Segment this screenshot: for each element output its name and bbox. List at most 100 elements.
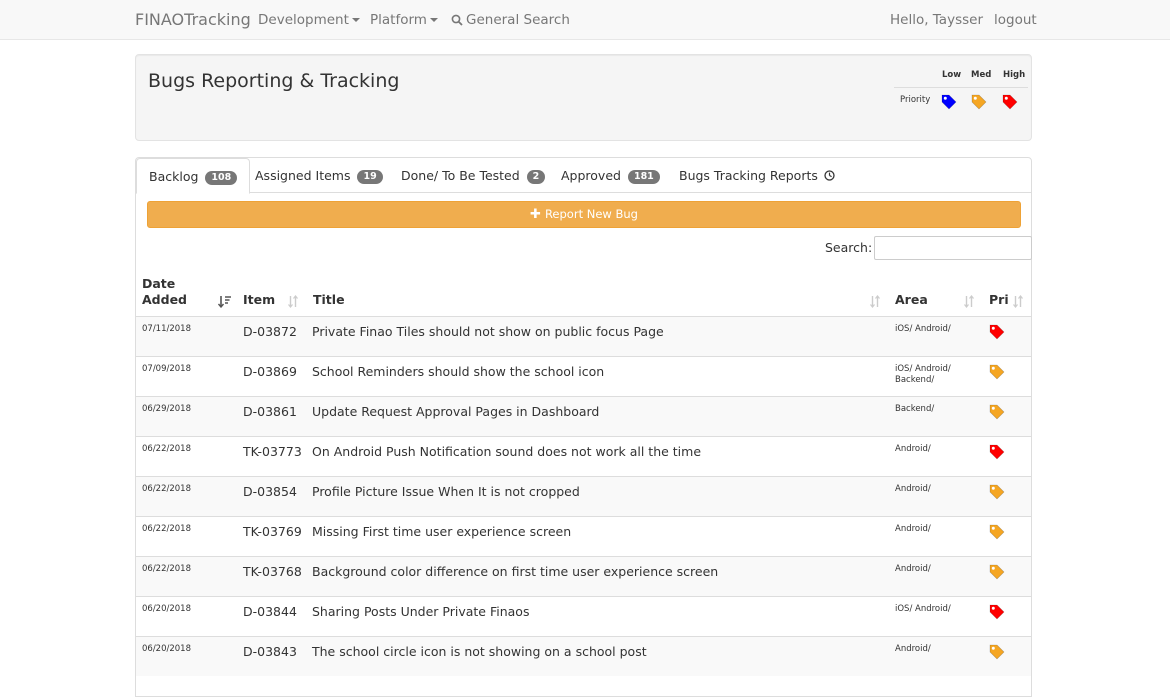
cell-title[interactable]: Profile Picture Issue When It is not cro… [312,484,580,499]
cell-date-added: 06/29/2018 [142,404,191,414]
cell-title[interactable]: The school circle icon is not showing on… [312,644,647,659]
caret-down-icon [429,18,438,22]
cell-area: Backend/ [895,404,935,414]
priority-tag-icon [989,644,1005,664]
nav-general-search[interactable]: General Search [451,12,570,28]
tab-approved[interactable]: Approved 181 [549,158,672,194]
report-new-bug-label: Report New Bug [544,207,638,221]
cell-area: iOS/ Android/ Backend/ [895,364,951,385]
cell-area: Android/ [895,524,931,534]
search-icon [451,12,466,28]
cell-date-added: 06/22/2018 [142,524,191,534]
cell-date-added: 06/20/2018 [142,604,191,614]
cell-item-id[interactable]: D-03854 [243,484,297,499]
sort-both-icon[interactable] [964,293,974,312]
priority-tag-icon [989,484,1005,504]
nav-development-label: Development [258,12,349,28]
user-greeting[interactable]: Hello, Taysser [890,12,983,28]
cell-area: Android/ [895,484,931,494]
table-search-label: Search: [825,240,873,255]
logout-link[interactable]: logout [994,12,1037,28]
nav-platform-dropdown[interactable]: Platform [370,12,438,28]
priority-tag-icon [989,524,1005,544]
tab-bugs-tracking-reports[interactable]: Bugs Tracking Reports [667,158,847,194]
cell-item-id[interactable]: TK-03768 [243,564,302,579]
cell-area: Android/ [895,564,931,574]
th-pri[interactable]: Pri [989,292,1009,308]
tab-reports-label: Bugs Tracking Reports [679,168,818,183]
cell-date-added: 07/11/2018 [142,324,191,334]
th-area[interactable]: Area [895,292,928,308]
table-row[interactable]: 07/11/2018 D-03872 Private Finao Tiles sho… [136,316,1031,356]
clock-icon [822,168,835,183]
cell-area: Android/ [895,644,931,654]
cell-area: iOS/ Android/ [895,324,951,334]
cell-item-id[interactable]: D-03844 [243,604,297,619]
legend-priority-label: Priority [900,95,931,105]
cell-title[interactable]: On Android Push Notification sound does … [312,444,701,459]
cell-date-added: 06/22/2018 [142,484,191,494]
priority-tag-icon [989,324,1005,344]
nav-search-label: General Search [466,12,570,28]
cell-item-id[interactable]: D-03869 [243,364,297,379]
tab-approved-label: Approved [561,168,621,183]
brand-link[interactable]: FINAOTracking [135,10,251,29]
tab-assigned-badge: 19 [357,170,383,184]
cell-title[interactable]: Background color difference on first tim… [312,564,718,579]
tabs-panel: Backlog 108 Assigned Items 19 Done/ To B… [135,157,1032,697]
cell-area: Android/ [895,444,931,454]
cell-item-id[interactable]: D-03872 [243,324,297,339]
tag-icon-high [1002,94,1018,114]
table-row[interactable]: 06/22/2018 TK-03769 Missing First time use… [136,516,1031,556]
sort-both-icon[interactable] [1013,293,1023,312]
cell-title[interactable]: Missing First time user experience scree… [312,524,571,539]
caret-down-icon [351,18,360,22]
th-item[interactable]: Item [243,292,275,308]
table-row[interactable]: 06/20/2018 D-03843 The school circle icon … [136,636,1031,676]
cell-date-added: 06/22/2018 [142,564,191,574]
cell-item-id[interactable]: TK-03773 [243,444,302,459]
priority-tag-icon [989,604,1005,624]
cell-item-id[interactable]: D-03861 [243,404,297,419]
nav-development-dropdown[interactable]: Development [258,12,360,28]
cell-title[interactable]: Update Request Approval Pages in Dashboa… [312,404,599,419]
priority-tag-icon [989,444,1005,464]
sort-both-icon[interactable] [288,293,298,312]
th-date-line2: Added [142,292,187,307]
top-navbar: FINAOTracking Development Platform Gener… [0,0,1170,40]
table-row[interactable]: 06/22/2018 D-03854 Profile Picture Issue W… [136,476,1031,516]
priority-legend: Low Med High Priority [894,68,1028,118]
table-row[interactable]: 06/20/2018 D-03844 Sharing Posts Under Pri… [136,596,1031,636]
page-title: Bugs Reporting & Tracking [148,70,400,92]
cell-title[interactable]: Private Finao Tiles should not show on p… [312,324,664,339]
cell-title[interactable]: Sharing Posts Under Private Finaos [312,604,529,619]
tab-assigned-items[interactable]: Assigned Items 19 [243,158,395,194]
legend-med-label: Med [971,70,992,80]
cell-title[interactable]: School Reminders should show the school … [312,364,604,379]
priority-tag-icon [989,404,1005,424]
table-row[interactable]: 07/09/2018 D-03869 School Reminders should… [136,356,1031,396]
cell-item-id[interactable]: D-03843 [243,644,297,659]
table-row[interactable]: 06/29/2018 D-03861 Update Request Approval… [136,396,1031,436]
th-title[interactable]: Title [313,292,345,308]
tag-icon-med [971,94,987,114]
priority-tag-icon [989,564,1005,584]
th-date-line1: Date [142,276,176,291]
th-date-added[interactable]: Date Added [142,276,187,308]
tab-done-to-be-tested[interactable]: Done/ To Be Tested 2 [389,158,557,194]
nav-platform-label: Platform [370,12,427,28]
cell-item-id[interactable]: TK-03769 [243,524,302,539]
sort-desc-active-icon[interactable] [217,293,232,312]
cell-date-added: 07/09/2018 [142,364,191,374]
report-new-bug-button[interactable]: ✚ Report New Bug [147,201,1021,228]
tab-bar: Backlog 108 Assigned Items 19 Done/ To B… [136,158,1031,194]
table-row[interactable]: 06/22/2018 TK-03773 On Android Push Notifi… [136,436,1031,476]
tag-icon-low [941,94,957,114]
legend-divider [894,87,1028,88]
table-row[interactable]: 06/22/2018 TK-03768 Background color diffe… [136,556,1031,596]
tab-backlog-badge: 108 [205,171,238,185]
sort-both-icon[interactable] [870,293,880,312]
tab-backlog[interactable]: Backlog 108 [136,158,251,194]
table-search-input[interactable] [874,236,1032,260]
tab-assigned-label: Assigned Items [255,168,351,183]
